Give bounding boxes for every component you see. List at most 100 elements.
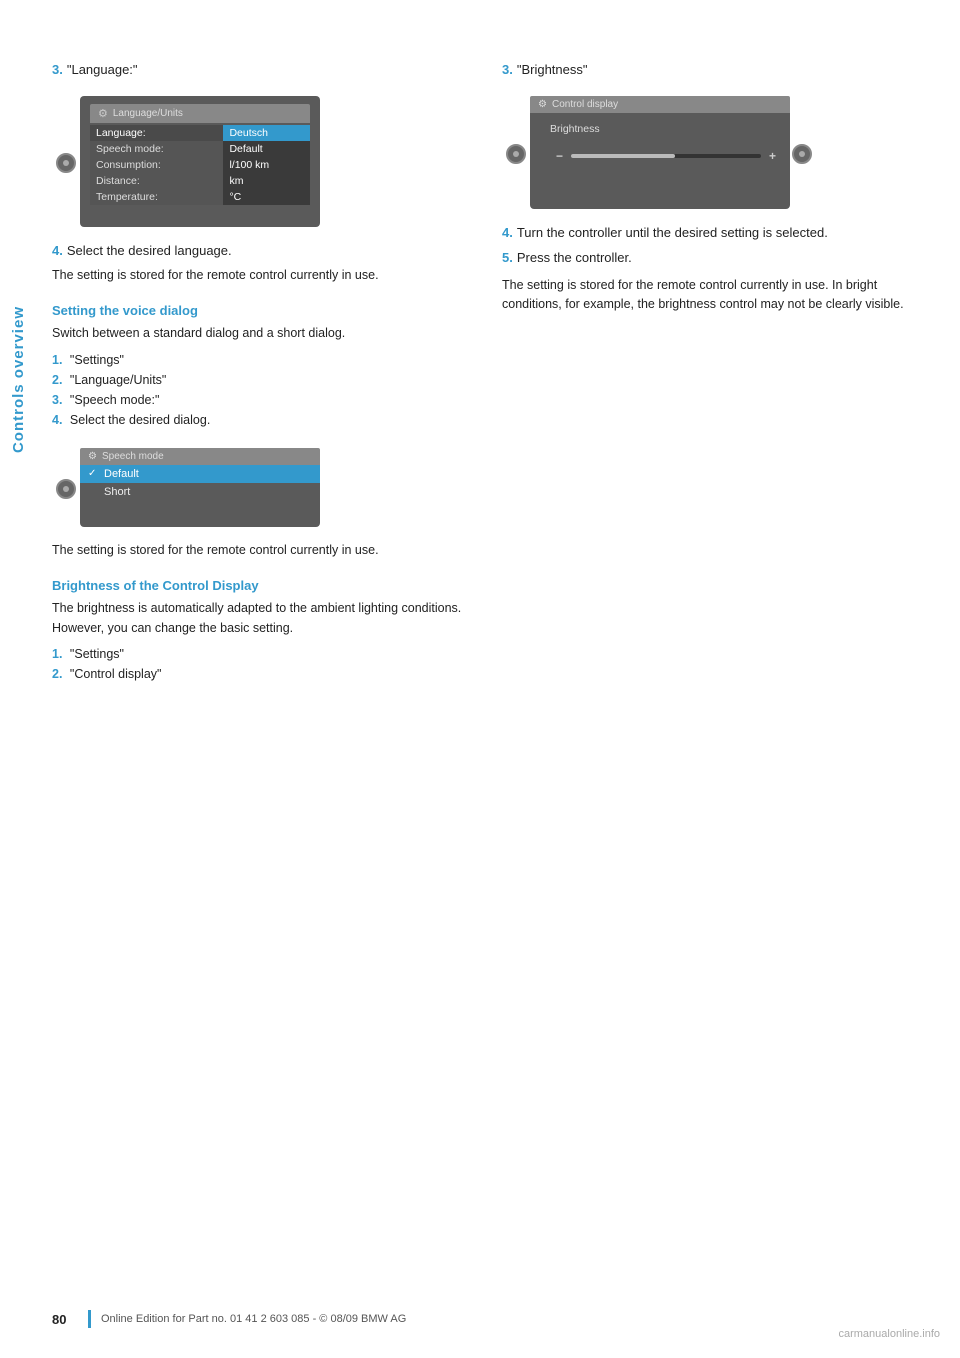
table-row: Consumption: l/100 km	[90, 157, 310, 173]
section1-heading: Setting the voice dialog	[52, 303, 470, 318]
table-row: Language: Deutsch	[90, 125, 310, 141]
knob-left-3	[502, 144, 530, 164]
list-item: 2. "Language/Units"	[52, 370, 470, 390]
section2-heading: Brightness of the Control Display	[52, 578, 470, 593]
speech-screen-title: ⚙ Speech mode	[80, 448, 320, 465]
right-body-text: The setting is stored for the remote con…	[502, 276, 920, 315]
substep3-num: 3.	[52, 393, 62, 407]
table-row: Distance: km	[90, 173, 310, 189]
table-cell-value: Default	[223, 141, 310, 157]
step4r-text: Turn the controller until the desired se…	[517, 225, 828, 240]
substep2-num: 2.	[52, 373, 62, 387]
step3-language: 3. "Language:"	[52, 60, 470, 80]
speech-mode-screen: ⚙ Speech mode ✓ Default Short	[80, 448, 320, 527]
controller-knob-1	[56, 153, 76, 173]
knob-right-cd	[790, 144, 814, 164]
step4r-number: 4.	[502, 225, 513, 240]
substep3-text: "Speech mode:"	[70, 393, 159, 407]
knob-dot-3	[513, 151, 519, 157]
substep1-num: 1.	[52, 353, 62, 367]
list-item: 3. "Speech mode:"	[52, 390, 470, 410]
knob-dot-1	[63, 160, 69, 166]
brightness-bar	[571, 154, 761, 158]
knob-left-2	[52, 479, 80, 499]
gear-icon-2: ⚙	[88, 451, 97, 462]
section1-body: Switch between a standard dialog and a s…	[52, 324, 470, 343]
screen1-title-bar: ⚙ Language/Units	[90, 104, 310, 123]
check-placeholder	[88, 486, 100, 497]
substeps-list: 1. "Settings" 2. "Language/Units" 3. "Sp…	[52, 350, 470, 430]
table-row: Speech mode: Default	[90, 141, 310, 157]
controller-knob-2	[56, 479, 76, 499]
brightness-area: Brightness − +	[530, 113, 790, 209]
control-display-screen-container: ⚙ Control display Brightness − +	[502, 86, 920, 223]
table-cell-label: Consumption:	[90, 157, 223, 173]
controller-knob-right	[792, 144, 812, 164]
step4-body: The setting is stored for the remote con…	[52, 266, 470, 285]
section2-body: The brightness is automatically adapted …	[52, 599, 470, 638]
step4r-line: 4. Turn the controller until the desired …	[502, 223, 920, 243]
step5r-number: 5.	[502, 250, 513, 265]
list-item: 1. "Settings"	[52, 350, 470, 370]
list-item: 2. "Control display"	[52, 664, 470, 684]
substep1-text: "Settings"	[70, 353, 124, 367]
sidebar-label: Controls overview	[0, 80, 36, 680]
step5r-text: Press the controller.	[517, 250, 632, 265]
substep4-num: 4.	[52, 413, 62, 427]
gear-icon-1: ⚙	[98, 107, 108, 120]
language-table: Language: Deutsch Speech mode: Default C…	[90, 125, 310, 205]
check-icon: ✓	[88, 468, 100, 479]
left-column: 3."Language:" ⚙ Language/Units L	[52, 60, 470, 692]
step3-text: "Language:"	[67, 62, 138, 77]
brightness-fill	[571, 154, 675, 158]
step3-number: 3.	[52, 62, 63, 77]
brightness-step2-num: 2.	[52, 667, 62, 681]
screen1-title: Language/Units	[113, 108, 183, 119]
step4-number: 4.	[52, 243, 63, 258]
footer-bar-accent	[88, 1310, 91, 1328]
list-item: 1. "Settings"	[52, 644, 470, 664]
knob-dot-2	[63, 486, 69, 492]
substep4-text: Select the desired dialog.	[70, 413, 210, 427]
watermark: carmanualonline.info	[838, 1328, 940, 1340]
table-cell-value: l/100 km	[223, 157, 310, 173]
speech-title-text: Speech mode	[102, 451, 164, 462]
brightness-step1-text: "Settings"	[70, 647, 124, 661]
brightness-step2-text: "Control display"	[70, 667, 162, 681]
table-cell-label: Speech mode:	[90, 141, 223, 157]
control-display-title-text: Control display	[552, 99, 618, 110]
screen3-bottom-space	[542, 173, 790, 203]
knob-left-1	[52, 153, 80, 173]
language-units-screen-container: ⚙ Language/Units Language: Deutsch Speec…	[52, 86, 470, 241]
language-units-screen: ⚙ Language/Units Language: Deutsch Speec…	[80, 96, 320, 227]
brightness-control-row: − +	[542, 139, 790, 173]
speech-panel: ⚙ Speech mode ✓ Default Short	[80, 448, 320, 527]
table-cell-label: Language:	[90, 125, 223, 141]
speech-item-default: ✓ Default	[80, 465, 320, 483]
step4-text: Select the desired language.	[67, 243, 232, 258]
footer-text: Online Edition for Part no. 01 41 2 603 …	[101, 1313, 406, 1325]
page-number: 80	[52, 1312, 88, 1327]
right-column: 3."Brightness" ⚙ Control display Brightn…	[502, 60, 920, 692]
table-cell-value: Deutsch	[223, 125, 310, 141]
brightness-step1-num: 1.	[52, 647, 62, 661]
step5r-line: 5. Press the controller.	[502, 248, 920, 268]
brightness-steps-list: 1. "Settings" 2. "Control display"	[52, 644, 470, 684]
speech-item-short: Short	[80, 483, 320, 501]
list-item: 4. Select the desired dialog.	[52, 410, 470, 430]
speech-mode-screen-container: ⚙ Speech mode ✓ Default Short	[52, 438, 470, 541]
table-cell-value: km	[223, 173, 310, 189]
brightness-minus-icon: −	[556, 149, 563, 163]
step3r-number: 3.	[502, 62, 513, 77]
table-cell-value: °C	[223, 189, 310, 205]
gear-icon-3: ⚙	[538, 99, 547, 110]
screen2-body: The setting is stored for the remote con…	[52, 541, 470, 560]
page-footer: 80 Online Edition for Part no. 01 41 2 6…	[0, 1310, 960, 1328]
substep2-text: "Language/Units"	[70, 373, 166, 387]
speech-bottom-area	[80, 501, 320, 527]
brightness-name-label: Brightness	[542, 119, 790, 139]
step3-brightness: 3."Brightness"	[502, 60, 920, 80]
table-cell-label: Temperature:	[90, 189, 223, 205]
step4-line: 4. Select the desired language.	[52, 241, 470, 261]
control-display-screen: ⚙ Control display Brightness − +	[530, 96, 790, 209]
